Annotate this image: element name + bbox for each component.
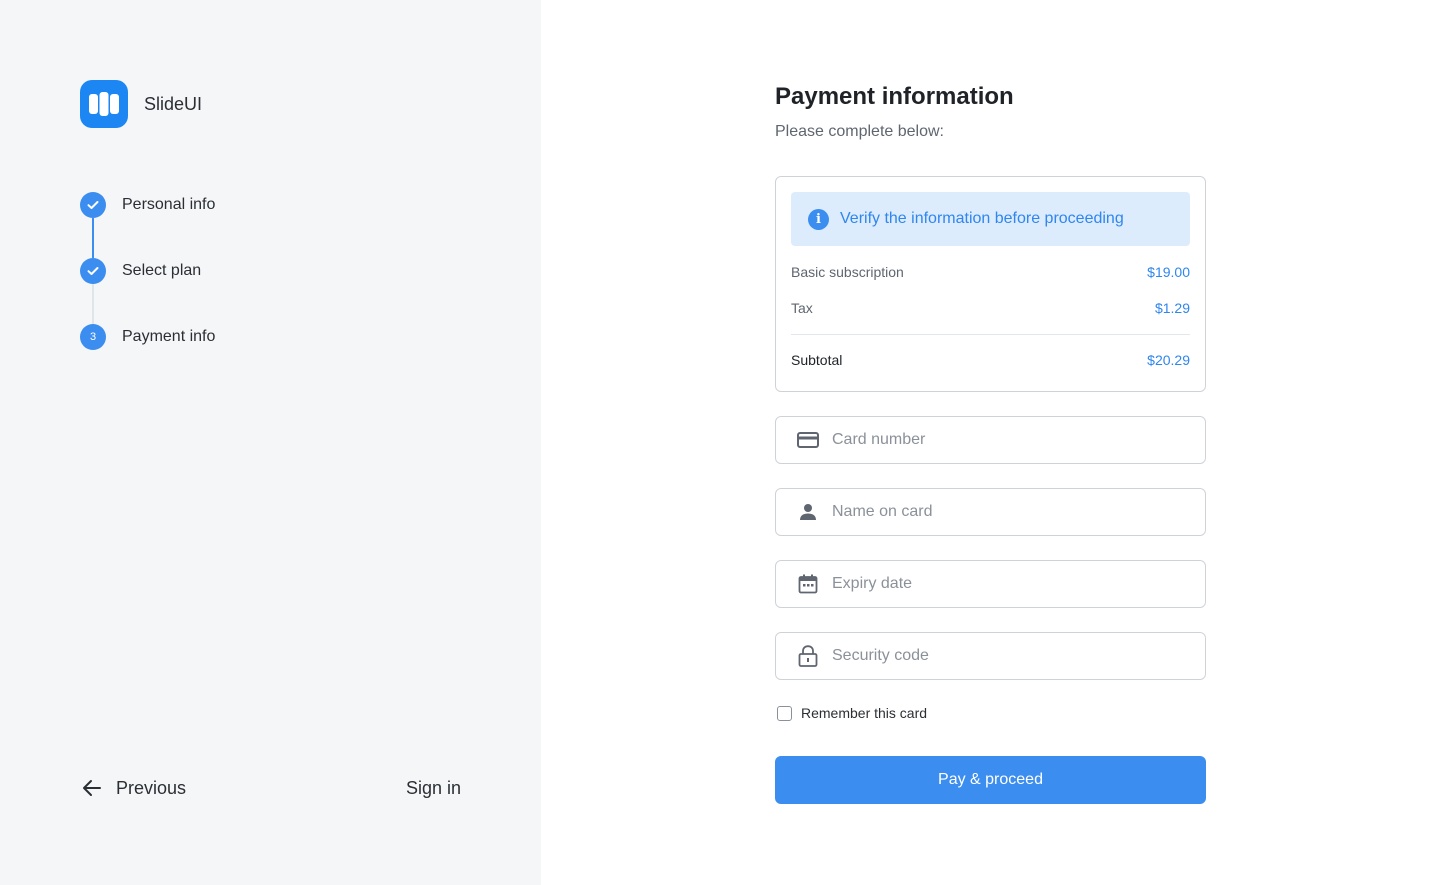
line-item-subtotal: Subtotal $20.29 xyxy=(791,352,1190,368)
sidebar: SlideUI Personal info Select plan 3 Paym… xyxy=(0,0,541,885)
page-subtitle: Please complete below: xyxy=(775,123,944,140)
name-on-card-field[interactable] xyxy=(775,488,1206,536)
remember-card-option[interactable]: Remember this card xyxy=(777,705,927,721)
pay-proceed-button[interactable]: Pay & proceed xyxy=(775,756,1206,804)
line-item-tax: Tax $1.29 xyxy=(791,300,1190,316)
lock-icon xyxy=(796,644,820,668)
card-number-field[interactable] xyxy=(775,416,1206,464)
expiry-date-input[interactable] xyxy=(832,575,1192,593)
step-connector-pending xyxy=(92,284,94,324)
step-personal-info[interactable]: Personal info xyxy=(80,192,215,218)
subtotal-value: $20.29 xyxy=(1147,352,1190,368)
order-summary-card: i Verify the information before proceedi… xyxy=(775,176,1206,392)
expiry-date-field[interactable] xyxy=(775,560,1206,608)
security-code-field[interactable] xyxy=(775,632,1206,680)
divider xyxy=(791,334,1190,335)
check-icon xyxy=(80,192,106,218)
step-connector-complete xyxy=(92,218,94,258)
sign-in-link[interactable]: Sign in xyxy=(406,778,461,799)
brand-name: SlideUI xyxy=(144,93,203,114)
brand: SlideUI xyxy=(80,80,202,128)
previous-label: Previous xyxy=(116,777,187,798)
line-value: $19.00 xyxy=(1147,264,1190,280)
step-select-plan[interactable]: Select plan xyxy=(80,258,201,284)
remember-card-label: Remember this card xyxy=(801,705,928,721)
arrow-left-icon xyxy=(83,780,101,796)
info-alert: i Verify the information before proceedi… xyxy=(791,192,1190,246)
check-icon xyxy=(80,258,106,284)
step-number-badge: 3 xyxy=(80,324,106,350)
footer-nav: Previous Sign in xyxy=(80,776,461,806)
calendar-icon xyxy=(796,572,820,596)
person-icon xyxy=(796,500,820,524)
credit-card-icon xyxy=(796,428,820,452)
line-item-subscription: Basic subscription $19.00 xyxy=(791,264,1190,280)
step-label: Payment info xyxy=(122,328,216,345)
payment-form: Payment information Please complete belo… xyxy=(775,80,1206,804)
card-number-input[interactable] xyxy=(832,431,1192,449)
info-icon: i xyxy=(808,208,829,230)
slides-logo-icon xyxy=(80,80,128,128)
subtotal-label: Subtotal xyxy=(791,352,843,368)
page-title: Payment information xyxy=(775,83,1014,110)
previous-button[interactable]: Previous xyxy=(80,776,186,800)
alert-text: Verify the information before proceeding xyxy=(840,210,1124,227)
line-label: Basic subscription xyxy=(791,264,904,280)
step-label: Select plan xyxy=(122,262,202,279)
remember-card-checkbox[interactable] xyxy=(777,705,792,721)
name-on-card-input[interactable] xyxy=(832,503,1192,521)
line-value: $1.29 xyxy=(1154,300,1190,316)
step-payment-info[interactable]: 3 Payment info xyxy=(80,324,215,350)
line-label: Tax xyxy=(791,300,813,316)
security-code-input[interactable] xyxy=(832,647,1192,665)
step-label: Personal info xyxy=(122,196,216,213)
